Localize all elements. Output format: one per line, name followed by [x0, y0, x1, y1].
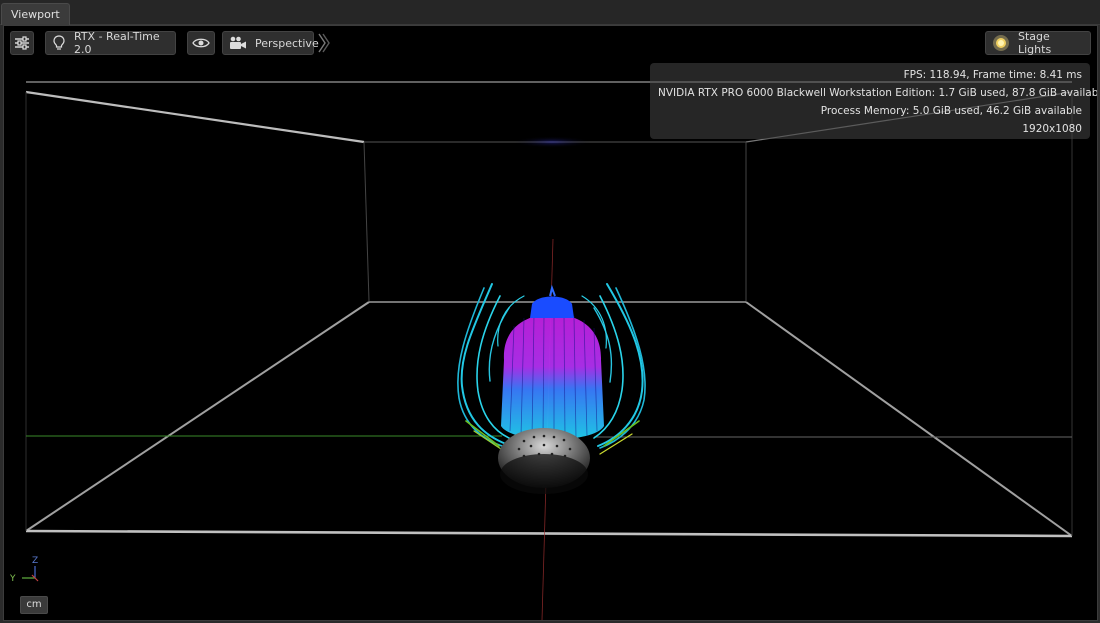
- chevron-right-icon[interactable]: [317, 31, 331, 55]
- axis-z-label: Z: [32, 556, 38, 566]
- camera-label: Perspective: [255, 36, 319, 50]
- sliders-icon: [14, 36, 30, 50]
- tab-bar: Viewport: [0, 0, 1100, 25]
- render-mode-label: RTX - Real-Time 2.0: [74, 30, 160, 56]
- flow-cap: [530, 296, 574, 318]
- process-memory-readout: Process Memory: 5.0 GiB used, 46.2 GiB a…: [820, 105, 1082, 117]
- fps-readout: FPS: 118.94, Frame time: 8.41 ms: [903, 69, 1082, 81]
- viewport-settings-button[interactable]: [10, 31, 34, 55]
- flow-body: [501, 314, 604, 440]
- viewport[interactable]: RTX - Real-Time 2.0 Perspective Stage Li…: [3, 25, 1098, 621]
- video-camera-icon: [229, 36, 247, 50]
- eye-icon: [192, 37, 210, 49]
- resolution-readout: 1920x1080: [1022, 123, 1082, 135]
- visibility-button[interactable]: [187, 31, 215, 55]
- lightbulb-icon: [52, 35, 66, 51]
- sun-icon: [992, 34, 1010, 52]
- render-mode-dropdown[interactable]: RTX - Real-Time 2.0: [45, 30, 176, 56]
- camera-dropdown[interactable]: Perspective: [222, 31, 319, 55]
- axis-y-label: Y: [9, 574, 16, 584]
- tab-viewport[interactable]: Viewport: [1, 3, 70, 25]
- stats-overlay: FPS: 118.94, Frame time: 8.41 ms NVIDIA …: [650, 63, 1098, 139]
- stage-lights-label: Stage Lights: [1018, 30, 1052, 56]
- gpu-memory-readout: NVIDIA RTX PRO 6000 Blackwell Workstatio…: [658, 87, 1098, 99]
- stage-lights-button[interactable]: Stage Lights: [985, 30, 1091, 56]
- axis-gizmo: Z Y: [9, 556, 39, 584]
- units-button[interactable]: cm: [20, 596, 48, 614]
